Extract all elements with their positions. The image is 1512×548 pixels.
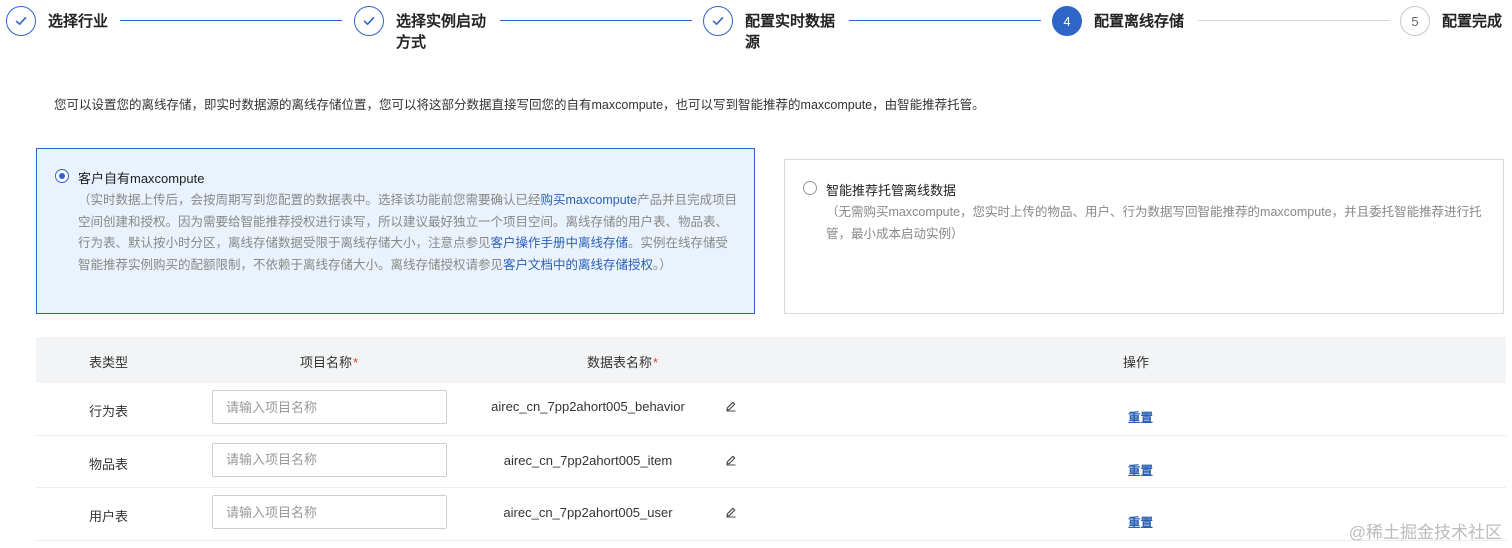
step-pending-circle: 5 <box>1400 6 1430 36</box>
option-title: 客户自有maxcompute <box>78 171 205 186</box>
step-done-circle <box>703 6 733 36</box>
header-label: 项目名称 <box>300 355 353 370</box>
header-table-type: 表类型 <box>89 355 129 370</box>
reset-button[interactable]: 重置 <box>1128 512 1153 531</box>
datatable-name-cell: airec_cn_7pp2ahort005_behavior <box>491 399 685 414</box>
header-datatable-name: 数据表名称* <box>587 352 658 371</box>
step-title: 选择实例启动 方式 <box>396 11 486 53</box>
pencil-icon[interactable] <box>725 400 737 412</box>
step-config-offline-storage[interactable]: 4 配置离线存储 <box>1052 6 1184 36</box>
table-type-cell: 用户表 <box>89 509 129 524</box>
offline-tables-table: 表类型 项目名称* 数据表名称* 操作 行为表 airec_cn_7pp2aho… <box>36 337 1506 541</box>
step-connector <box>849 20 1041 21</box>
step-complete[interactable]: 5 配置完成 <box>1400 6 1502 36</box>
reset-button[interactable]: 重置 <box>1128 407 1153 426</box>
step-title: 配置完成 <box>1442 13 1503 30</box>
step-title-line: 源 <box>745 34 761 51</box>
step-config-realtime-source[interactable]: 配置实时数据 源 <box>703 6 835 53</box>
option-text: 。） <box>653 257 672 272</box>
option-description: （实时数据上传后，会按周期写到您配置的数据表中。选择该功能前您需要确认已经购买m… <box>78 190 738 276</box>
link-user-manual-offline-storage[interactable]: 客户操作手册中离线存储 <box>491 236 629 250</box>
project-name-input[interactable] <box>212 495 447 529</box>
option-card-own-maxcompute[interactable]: 客户自有maxcompute （实时数据上传后，会按周期写到您配置的数据表中。选… <box>36 148 755 314</box>
table-row: 用户表 airec_cn_7pp2ahort005_user 重置 <box>36 488 1506 541</box>
table-row: 物品表 airec_cn_7pp2ahort005_item 重置 <box>36 436 1506 488</box>
step-number: 4 <box>1063 13 1071 29</box>
option-text: （实时数据上传后，会按周期写到您配置的数据表中。选择该功能前您需要确认已经 <box>78 193 541 207</box>
check-icon <box>712 17 724 25</box>
option-card-managed-offline[interactable]: 智能推荐托管离线数据 （无需购买maxcompute，您实时上传的物品、用户、行… <box>784 159 1504 314</box>
step-connector <box>1198 20 1390 21</box>
step-title: 配置离线存储 <box>1094 13 1185 30</box>
required-mark: * <box>653 355 659 370</box>
check-icon <box>15 17 27 25</box>
header-label: 数据表名称 <box>587 355 653 370</box>
page-description: 您可以设置您的离线存储，即实时数据源的离线存储位置，您可以将这部分数据直接写回您… <box>54 98 985 112</box>
radio-managed-offline[interactable] <box>803 181 817 195</box>
pencil-icon[interactable] <box>725 506 737 518</box>
step-title: 选择行业 <box>48 13 109 30</box>
step-connector <box>120 20 342 21</box>
table-type-cell: 物品表 <box>89 456 129 472</box>
step-title-line: 配置实时数据 <box>745 13 836 30</box>
header-project-name: 项目名称* <box>300 352 358 371</box>
check-icon <box>363 17 375 25</box>
watermark: @稀土掘金技术社区 <box>1348 523 1502 542</box>
header-action: 操作 <box>1123 355 1150 370</box>
reset-button[interactable]: 重置 <box>1128 460 1153 479</box>
radio-own-maxcompute[interactable] <box>55 169 69 183</box>
table-row: 行为表 airec_cn_7pp2ahort005_behavior 重置 <box>36 383 1506 436</box>
link-buy-maxcompute[interactable]: 购买maxcompute <box>541 193 638 207</box>
step-connector <box>500 20 692 21</box>
pencil-icon[interactable] <box>725 454 737 466</box>
step-done-circle <box>6 6 36 36</box>
step-title-line: 选择实例启动 <box>396 13 487 30</box>
datatable-name-cell: airec_cn_7pp2ahort005_user <box>503 505 673 520</box>
project-name-input[interactable] <box>212 390 447 424</box>
required-mark: * <box>353 355 359 370</box>
link-doc-offline-storage-auth[interactable]: 客户文档中的离线存储授权 <box>503 258 653 272</box>
step-active-circle: 4 <box>1052 6 1082 36</box>
datatable-name-cell: airec_cn_7pp2ahort005_item <box>503 452 673 468</box>
option-description: （无需购买maxcompute，您实时上传的物品、用户、行为数据写回智能推荐的m… <box>826 205 1482 241</box>
step-title-line: 方式 <box>396 34 427 51</box>
table-header: 表类型 项目名称* 数据表名称* 操作 <box>36 337 1506 383</box>
step-select-industry[interactable]: 选择行业 <box>6 6 108 36</box>
step-done-circle <box>354 6 384 36</box>
step-title: 配置实时数据 源 <box>745 11 835 53</box>
step-number: 5 <box>1411 13 1419 29</box>
option-title: 智能推荐托管离线数据 <box>826 183 957 198</box>
step-select-launch-mode[interactable]: 选择实例启动 方式 <box>354 6 486 53</box>
project-name-input[interactable] <box>212 442 447 477</box>
table-type-cell: 行为表 <box>89 404 129 419</box>
offline-storage-config-page: 选择行业 选择实例启动 方式 配置实时数据 源 4 配置离线存储 5 配置完成 … <box>0 0 1512 548</box>
